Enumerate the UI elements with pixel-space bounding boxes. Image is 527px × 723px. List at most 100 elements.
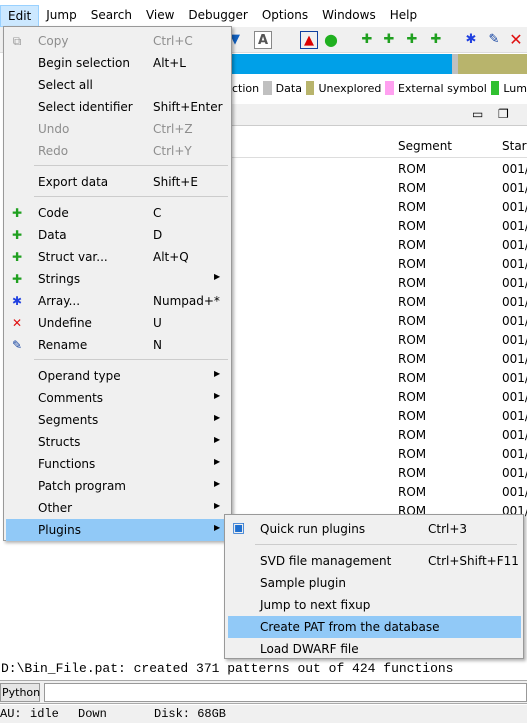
undefine-icon: ✕ — [11, 316, 23, 330]
struct-icon[interactable]: ✚ — [403, 31, 421, 49]
menu-item-shortcut: N — [153, 338, 162, 352]
menu-item-export-data[interactable]: Export data Shift+E — [6, 171, 230, 193]
menu-search[interactable]: Search — [84, 5, 139, 27]
menu-item-shortcut: U — [153, 316, 162, 330]
maximize-icon[interactable]: ▭ — [472, 107, 483, 121]
menu-item-copy[interactable]: ⧉ Copy Ctrl+C — [6, 30, 230, 52]
menu-item-label: Other — [38, 501, 73, 515]
table-row[interactable]: ROM 001/ — [232, 464, 527, 483]
menu-item-operand-type[interactable]: Operand type ▶ — [6, 365, 230, 387]
table-row[interactable]: ROM 001/ — [232, 236, 527, 255]
command-input[interactable] — [44, 683, 527, 702]
menu-item-quick-run-plugins[interactable]: ▣ Quick run plugins Ctrl+3 — [228, 518, 521, 540]
table-row[interactable]: ROM 001/ — [232, 350, 527, 369]
menu-item-select-identifier[interactable]: Select identifier Shift+Enter — [6, 96, 230, 118]
warning-icon[interactable]: ▲ — [300, 31, 318, 49]
menu-item-segments[interactable]: Segments ▶ — [6, 409, 230, 431]
table-row[interactable]: ROM 001/ — [232, 369, 527, 388]
menu-item-structs[interactable]: Structs ▶ — [6, 431, 230, 453]
data-icon[interactable]: ✚ — [380, 31, 398, 49]
green-circle-icon[interactable]: ● — [322, 31, 340, 49]
menu-item-redo[interactable]: Redo Ctrl+Y — [6, 140, 230, 162]
menu-windows[interactable]: Windows — [315, 5, 383, 27]
menu-item-begin-selection[interactable]: Begin selection Alt+L — [6, 52, 230, 74]
menu-item-data[interactable]: ✚ Data D — [6, 224, 230, 246]
menu-options[interactable]: Options — [255, 5, 315, 27]
menu-item-shortcut: Ctrl+Z — [153, 122, 193, 136]
menu-item-select-all[interactable]: Select all — [6, 74, 230, 96]
start-cell: 001/ — [502, 200, 527, 214]
menu-item-sample-plugin[interactable]: Sample plugin — [228, 572, 521, 594]
menu-jump[interactable]: Jump — [39, 5, 83, 27]
menu-item-label: Quick run plugins — [260, 522, 366, 536]
menu-item-code[interactable]: ✚ Code C — [6, 202, 230, 224]
start-cell: 001/ — [502, 466, 527, 480]
menu-item-create-pat-from-the-database[interactable]: Create PAT from the database — [228, 616, 521, 638]
table-row[interactable]: ROM 001/ — [232, 445, 527, 464]
menu-item-label: Comments — [38, 391, 104, 405]
table-row[interactable]: ROM 001/ — [232, 198, 527, 217]
menu-item-array[interactable]: ✱ Array... Numpad+* — [6, 290, 230, 312]
menu-item-patch-program[interactable]: Patch program ▶ — [6, 475, 230, 497]
plugins-submenu: ▣ Quick run plugins Ctrl+3 SVD file managem… — [224, 514, 524, 659]
menu-item-plugins[interactable]: Plugins ▶ — [6, 519, 230, 541]
table-row[interactable]: ROM 001/ — [232, 331, 527, 350]
start-cell: 001/ — [502, 219, 527, 233]
menu-help[interactable]: Help — [383, 5, 424, 27]
menu-item-load-dwarf-file[interactable]: Load DWARF file — [228, 638, 521, 660]
start-cell: 001/ — [502, 295, 527, 309]
menu-item-undefine[interactable]: ✕ Undefine U — [6, 312, 230, 334]
font-icon[interactable]: A — [254, 31, 272, 49]
menu-item-label: Operand type — [38, 369, 121, 383]
start-cell: 001/ — [502, 371, 527, 385]
rename-icon[interactable]: ✎ — [485, 31, 503, 49]
data-icon: ✚ — [11, 228, 23, 242]
table-row[interactable]: ROM 001/ — [232, 312, 527, 331]
menu-item-other[interactable]: Other ▶ — [6, 497, 230, 519]
table-row[interactable]: ROM 001/ — [232, 255, 527, 274]
table-row[interactable]: ROM 001/ — [232, 217, 527, 236]
legend-label: Data — [275, 81, 302, 95]
menu-item-comments[interactable]: Comments ▶ — [6, 387, 230, 409]
menu-item-label: Array... — [38, 294, 81, 308]
menu-separator — [34, 165, 228, 166]
column-segment[interactable]: Segment — [398, 139, 452, 153]
menu-item-label: SVD file management — [260, 554, 392, 568]
table-row[interactable]: ROM 001/ — [232, 179, 527, 198]
code-icon[interactable]: ✚ — [358, 31, 376, 49]
segment-cell: ROM — [398, 466, 427, 480]
menu-item-svd-file-management[interactable]: SVD file management Ctrl+Shift+F11 — [228, 550, 521, 572]
menu-item-shortcut: Ctrl+3 — [428, 522, 468, 536]
legend-swatch — [490, 81, 500, 95]
menu-item-shortcut: C — [153, 206, 162, 220]
column-start[interactable]: Start — [502, 139, 527, 153]
menu-item-struct-var[interactable]: ✚ Struct var... Alt+Q — [6, 246, 230, 268]
table-row[interactable]: ROM 001/ — [232, 407, 527, 426]
submenu-arrow-icon: ▶ — [214, 391, 221, 400]
menu-item-strings[interactable]: ✚ Strings ▶ — [6, 268, 230, 290]
python-button[interactable]: Python — [0, 683, 40, 702]
undefine-icon[interactable]: ✕ — [507, 31, 525, 49]
menu-item-functions[interactable]: Functions ▶ — [6, 453, 230, 475]
table-row[interactable]: ROM 001/ — [232, 274, 527, 293]
table-row[interactable]: ROM 001/ — [232, 160, 527, 179]
navigation-band[interactable] — [232, 54, 527, 74]
menu-item-jump-to-next-fixup[interactable]: Jump to next fixup — [228, 594, 521, 616]
start-cell: 001/ — [502, 162, 527, 176]
menu-item-shortcut: Ctrl+C — [153, 34, 193, 48]
menu-view[interactable]: View — [139, 5, 181, 27]
array-icon[interactable]: ✱ — [462, 31, 480, 49]
menu-item-undo[interactable]: Undo Ctrl+Z — [6, 118, 230, 140]
strings-icon[interactable]: ✚ — [427, 31, 445, 49]
menu-edit[interactable]: Edit — [0, 5, 40, 27]
restore-icon[interactable]: ❐ — [498, 107, 509, 121]
submenu-arrow-icon: ▶ — [214, 413, 221, 422]
menu-item-label: Struct var... — [38, 250, 108, 264]
menu-item-rename[interactable]: ✎ Rename N — [6, 334, 230, 356]
table-row[interactable]: ROM 001/ — [232, 293, 527, 312]
table-row[interactable]: ROM 001/ — [232, 388, 527, 407]
menu-debugger[interactable]: Debugger — [181, 5, 254, 27]
menu-separator — [255, 544, 517, 545]
table-row[interactable]: ROM 001/ — [232, 483, 527, 502]
table-row[interactable]: ROM 001/ — [232, 426, 527, 445]
